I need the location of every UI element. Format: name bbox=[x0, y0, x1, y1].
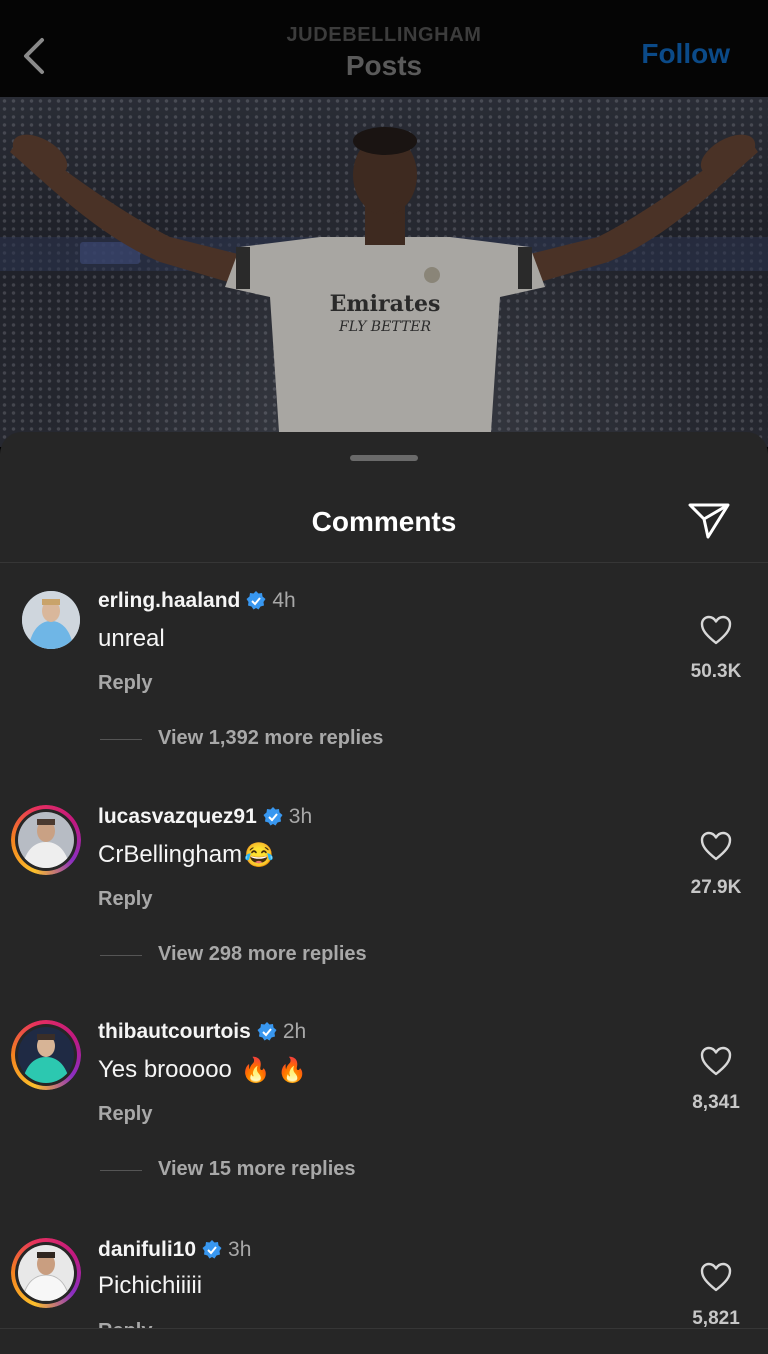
comments-title: Comments bbox=[311, 506, 457, 537]
verified-badge-icon bbox=[263, 807, 283, 826]
comment-text: unreal bbox=[98, 625, 165, 653]
comment-text-content: CrBellingham bbox=[98, 841, 243, 868]
laughing-emoji-icon: 😂 bbox=[244, 842, 274, 870]
drag-handle[interactable] bbox=[350, 455, 418, 461]
avatar[interactable] bbox=[22, 591, 80, 649]
jersey-sponsor: Emirates bbox=[330, 291, 441, 317]
comment-text: Pichichiiiii bbox=[98, 1272, 202, 1300]
comment-header: thibautcourtois 2h bbox=[98, 1020, 306, 1044]
comment-time: 3h bbox=[288, 805, 313, 828]
heart-icon[interactable] bbox=[700, 615, 732, 645]
comment-username[interactable]: erling.haaland bbox=[98, 589, 240, 613]
follow-button[interactable]: Follow bbox=[641, 38, 730, 70]
post-image: Emirates FLY BETTER bbox=[0, 97, 768, 447]
like-count: 5,821 bbox=[692, 1308, 740, 1328]
replies-line bbox=[100, 955, 142, 956]
verified-badge-icon bbox=[246, 591, 266, 610]
comment-time: 4h bbox=[272, 589, 296, 612]
replies-line bbox=[100, 1170, 142, 1171]
reply-button[interactable]: Reply bbox=[98, 1103, 152, 1126]
comment-username[interactable]: danifuli10 bbox=[98, 1238, 196, 1262]
comment-header: lucasvazquez91 3h bbox=[98, 805, 312, 829]
like-count: 50.3K bbox=[690, 661, 742, 682]
comment-item: erling.haaland 4h unreal Reply 50.3K Vie… bbox=[0, 589, 768, 791]
heart-icon[interactable] bbox=[700, 831, 732, 861]
view-replies-button[interactable]: View 298 more replies bbox=[158, 943, 367, 966]
comment-item: thibautcourtois 2h Yes brooooo 🔥 🔥 Reply… bbox=[0, 1020, 768, 1222]
comment-username[interactable]: thibautcourtois bbox=[98, 1020, 251, 1044]
avatar[interactable] bbox=[11, 805, 81, 875]
player-figure: Emirates FLY BETTER bbox=[0, 127, 768, 447]
avatar-image bbox=[18, 1027, 74, 1083]
header-divider bbox=[0, 562, 768, 563]
comment-text: CrBellingham😂 bbox=[98, 841, 274, 870]
avatar-image bbox=[18, 1245, 74, 1301]
view-replies-button[interactable]: View 15 more replies bbox=[158, 1158, 356, 1181]
heart-icon[interactable] bbox=[700, 1046, 732, 1076]
view-replies-button[interactable]: View 1,392 more replies bbox=[158, 727, 383, 750]
verified-badge-icon bbox=[257, 1022, 277, 1041]
reply-button[interactable]: Reply bbox=[98, 672, 152, 695]
bottom-divider bbox=[0, 1328, 768, 1329]
comment-text-content: Pichichiiiii bbox=[98, 1272, 203, 1299]
comment-header: danifuli10 3h bbox=[98, 1238, 251, 1262]
comment-time: 3h bbox=[228, 1238, 252, 1261]
comment-header: erling.haaland 4h bbox=[98, 589, 296, 613]
comment-text: Yes brooooo 🔥 🔥 bbox=[98, 1056, 307, 1085]
paper-plane-icon[interactable] bbox=[688, 502, 730, 540]
avatar[interactable] bbox=[11, 1238, 81, 1308]
reply-button[interactable]: Reply bbox=[98, 888, 152, 911]
avatar-image bbox=[18, 812, 74, 868]
comments-sheet: Comments erling.haaland 4h unreal Reply bbox=[0, 432, 768, 1354]
comment-item: lucasvazquez91 3h CrBellingham😂 Reply 27… bbox=[0, 805, 768, 1007]
jersey-tagline: FLY BETTER bbox=[338, 319, 431, 335]
comment-text-content: unreal bbox=[98, 625, 165, 652]
like-count: 8,341 bbox=[692, 1092, 740, 1113]
replies-line bbox=[100, 739, 142, 740]
verified-badge-icon bbox=[202, 1240, 222, 1259]
comment-time: 2h bbox=[282, 1020, 307, 1043]
reply-button[interactable]: Reply bbox=[98, 1320, 152, 1328]
comment-item: danifuli10 3h Pichichiiiii Reply 5,821 bbox=[0, 1238, 768, 1328]
heart-icon[interactable] bbox=[700, 1262, 732, 1292]
like-count: 27.9K bbox=[690, 877, 742, 898]
comment-username[interactable]: lucasvazquez91 bbox=[98, 805, 257, 829]
fire-emoji-icon: 🔥 🔥 bbox=[240, 1057, 308, 1085]
avatar[interactable] bbox=[11, 1020, 81, 1090]
top-header: JUDEBELLINGHAM Posts Follow bbox=[0, 0, 768, 97]
comment-text-content: Yes brooooo bbox=[98, 1056, 232, 1083]
